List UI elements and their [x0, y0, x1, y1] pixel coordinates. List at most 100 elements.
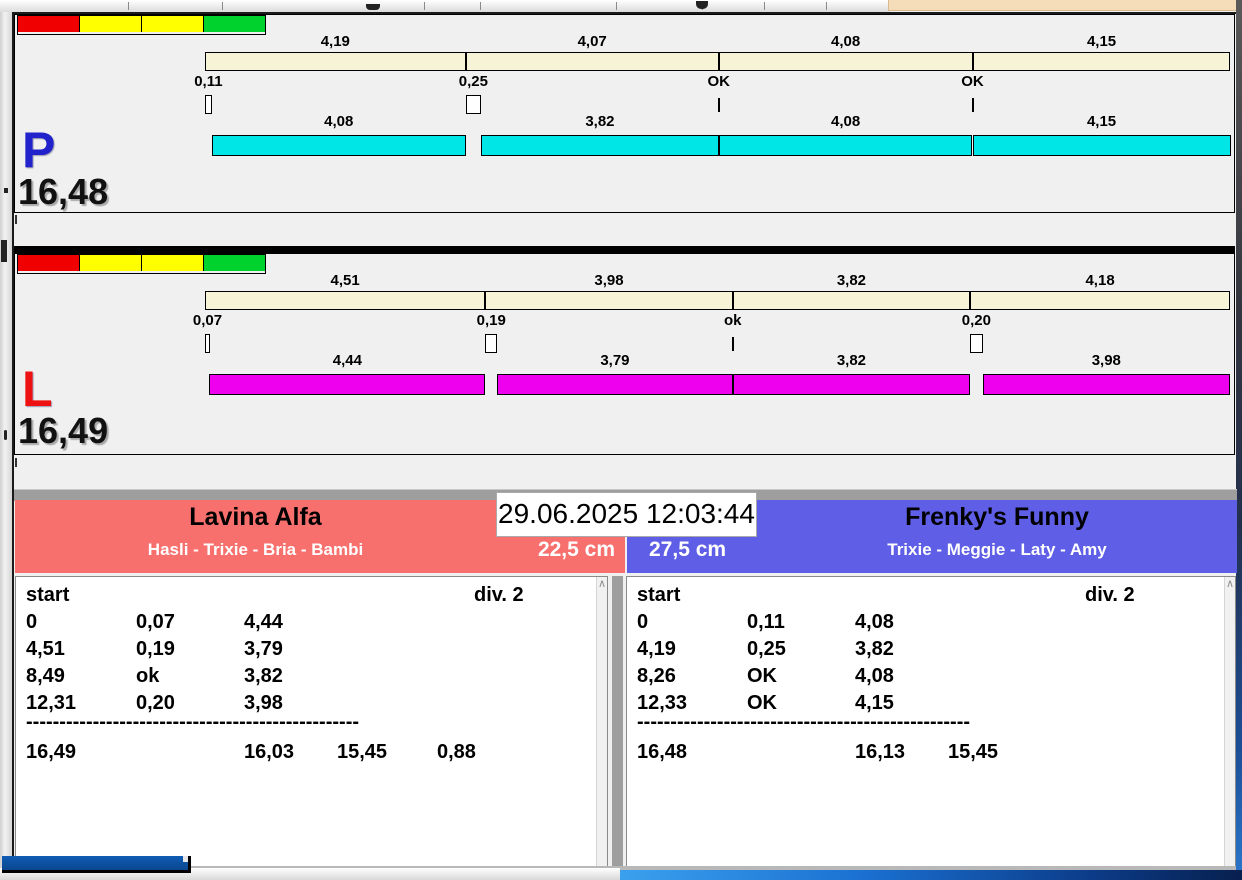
table-cell: 0,07	[136, 611, 175, 633]
table-cell: OK	[747, 665, 777, 687]
lane-panel-p: 4,19 4,07 4,08 4,15 0,11 0,25 OK OK 4,08 3,82 4,08…	[14, 14, 1235, 213]
traffic-light-cell	[80, 16, 142, 32]
toolbar-divider	[222, 2, 223, 10]
split-label: 4,07	[577, 33, 607, 50]
datetime-display: 29.06.2025 12:03:44	[496, 492, 757, 537]
changeover-tick	[971, 98, 974, 112]
changeover-tick	[731, 337, 734, 351]
lane-total-time: 16,48	[18, 171, 109, 212]
toolbar-divider	[826, 2, 827, 10]
changeover-label: OK	[961, 73, 984, 90]
table-cell: 8,49	[26, 665, 65, 687]
split-label: 4,08	[831, 33, 861, 50]
desktop-edge	[1236, 0, 1242, 880]
run-label: 3,82	[585, 113, 615, 130]
scroll-up-icon[interactable]: ∧	[597, 579, 607, 590]
background-window-titlebar-fragment	[2, 856, 191, 873]
result-table-left: start div. 2 0 0,07 4,44 4,51 0,19 3,79 8,49 ok…	[15, 576, 608, 867]
total-cell: 15,45	[948, 741, 999, 763]
background-window-fragment	[888, 0, 1239, 11]
lane-letter: P	[22, 122, 56, 178]
jump-height: 22,5 cm	[537, 538, 615, 561]
table-cell: 4,08	[855, 665, 894, 687]
flyball-timing-screen: 4,19 4,07 4,08 4,15 0,11 0,25 OK OK 4,08 3,82 4,08…	[0, 0, 1242, 880]
table-cell: 0	[26, 611, 38, 633]
table-separator: ----------------------------------------…	[26, 711, 360, 733]
run-label: 3,82	[836, 352, 867, 369]
traffic-light-cell	[204, 255, 265, 271]
run-label: 3,79	[600, 352, 630, 369]
total-cell: 16,03	[244, 741, 295, 763]
table-cell: 3,79	[244, 638, 283, 660]
table-division-label: div. 2	[474, 584, 524, 606]
table-cell: 0,19	[136, 638, 175, 660]
result-table-right: start div. 2 0 0,11 4,08 4,19 0,25 3,82 8,26 OK…	[626, 576, 1236, 867]
toolbar-divider	[764, 2, 765, 10]
total-cell: 0,88	[437, 741, 476, 763]
toolbar-divider	[480, 2, 481, 10]
table-cell: 3,82	[244, 665, 283, 687]
team-dogs: Trixie - Meggie - Laty - Amy	[887, 540, 1107, 559]
clipped-text-fragment	[1, 240, 7, 262]
split-bar	[205, 291, 1230, 310]
table-start-label: start	[26, 584, 70, 606]
run-bar-segment	[718, 135, 973, 156]
split-divider	[717, 52, 720, 71]
traffic-light-cell	[142, 16, 204, 32]
split-label: 3,98	[594, 272, 624, 289]
table-cell: 8,26	[637, 665, 676, 687]
traffic-light-cell	[18, 255, 80, 271]
table-gap-divider	[608, 576, 626, 867]
total-cell: 16,48	[637, 741, 688, 763]
table-separator: ----------------------------------------…	[637, 711, 971, 733]
table-cell: 4,19	[637, 638, 676, 660]
changeover-box	[465, 95, 482, 114]
team-name: Frenky's Funny	[905, 503, 1089, 531]
run-bar-segment	[972, 135, 1231, 156]
table-start-label: start	[637, 584, 681, 606]
split-divider	[731, 291, 734, 310]
changeover-label: ok	[723, 312, 742, 329]
changeover-box	[205, 95, 212, 114]
traffic-light-cell	[204, 16, 265, 32]
run-label: 3,98	[1091, 352, 1121, 369]
run-label: 4,08	[831, 113, 861, 130]
desktop-taskbar-fragment	[620, 870, 1242, 880]
total-cell: 16,13	[855, 741, 906, 763]
changeover-label: 0,25	[458, 73, 488, 90]
total-cell: 15,45	[337, 741, 388, 763]
run-bar-segment	[211, 135, 466, 156]
traffic-lights	[17, 254, 266, 274]
table-scrollbar[interactable]: ∧	[1224, 577, 1235, 866]
table-cell: 0,25	[747, 638, 786, 660]
jump-height: 27,5 cm	[649, 538, 727, 561]
run-bar-segment	[732, 374, 971, 395]
run-bar-segment	[209, 374, 486, 395]
table-cell: 4,51	[26, 638, 65, 660]
split-label: 4,19	[320, 33, 350, 50]
split-divider	[971, 52, 974, 71]
total-cell: 16,49	[26, 741, 77, 763]
panel-divider	[14, 246, 1235, 253]
table-cell: 4,08	[855, 611, 894, 633]
table-scrollbar[interactable]: ∧	[596, 577, 607, 866]
toolbar-divider	[424, 2, 425, 10]
scroll-up-icon[interactable]: ∧	[1225, 579, 1235, 590]
changeover-box	[205, 334, 210, 353]
clipped-text-fragment	[4, 188, 8, 193]
split-label: 4,51	[330, 272, 360, 289]
cursor-artifact	[15, 215, 17, 224]
split-label: 4,18	[1085, 272, 1115, 289]
changeover-label: 0,11	[194, 73, 223, 90]
run-label: 4,15	[1086, 113, 1117, 130]
split-label: 4,15	[1086, 33, 1117, 50]
run-bar-segment	[481, 135, 719, 156]
clipped-text-fragment	[4, 430, 7, 440]
table-cell: 0,11	[747, 611, 785, 633]
lane-total-time: 16,49	[18, 410, 109, 451]
cursor-artifact	[15, 458, 17, 467]
changeover-label: 0,07	[192, 312, 223, 329]
changeover-tick	[717, 98, 720, 112]
lane-letter: L	[22, 361, 53, 417]
traffic-light-cell	[142, 255, 204, 271]
